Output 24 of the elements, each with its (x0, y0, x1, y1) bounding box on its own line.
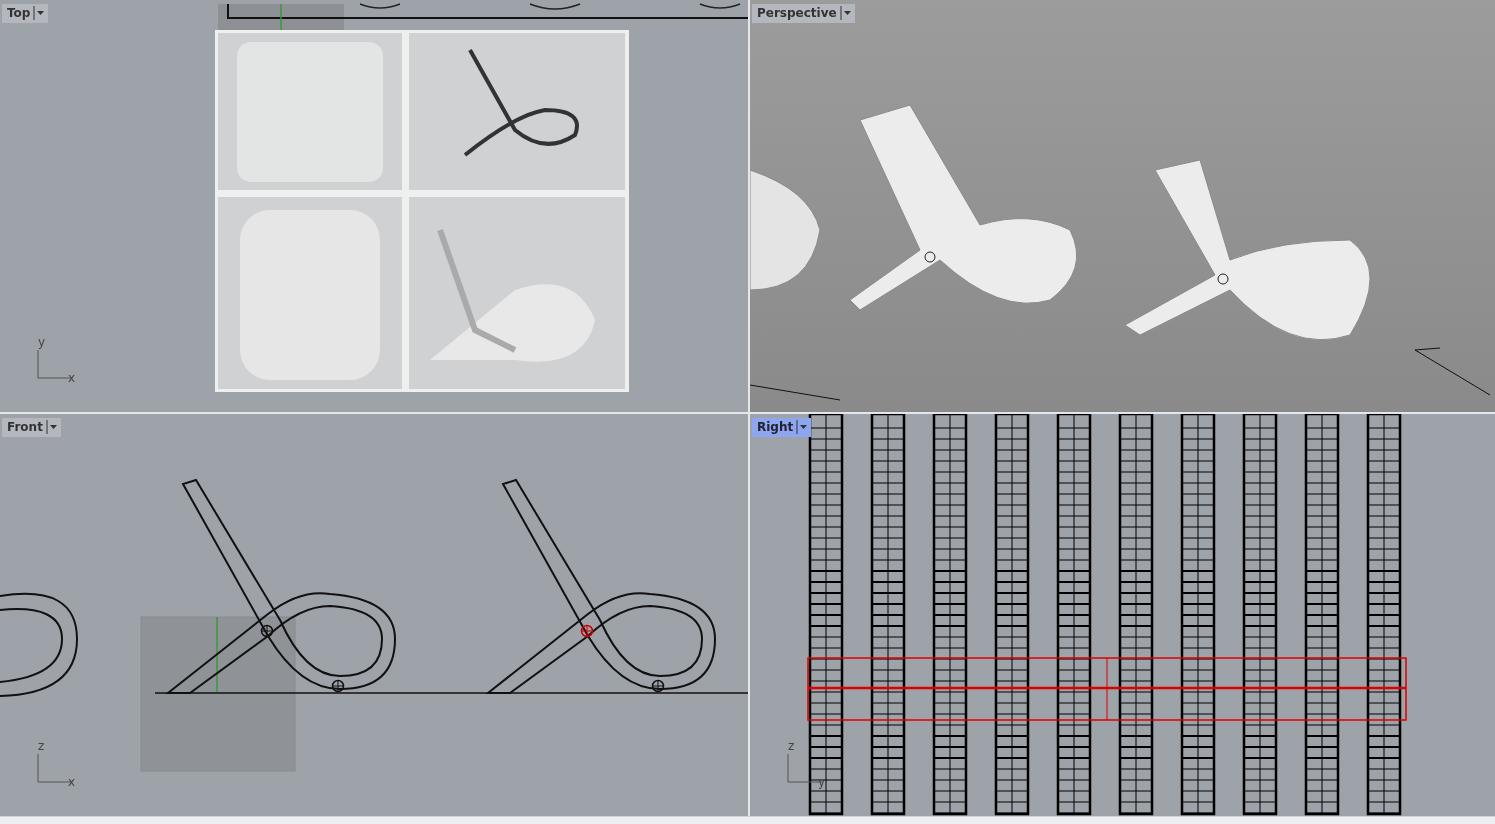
viewport-title: Right (757, 419, 794, 435)
dropdown-arrow-icon[interactable] (33, 6, 46, 20)
point-marker-icon (260, 624, 274, 638)
axis-label: y (38, 336, 46, 348)
point-marker-icon (580, 624, 594, 638)
axis-label: z (788, 740, 795, 752)
dropdown-arrow-icon[interactable] (45, 420, 58, 434)
point-marker-icon (331, 679, 345, 693)
axis-line (280, 3, 282, 31)
viewport-tab[interactable]: Perspective (752, 4, 855, 23)
axis-label: x (68, 776, 76, 788)
viewport-title: Front (7, 419, 43, 435)
viewport-title: Top (7, 5, 31, 21)
viewport[interactable]: Top y x (0, 0, 748, 412)
viewport-tab[interactable]: Right (752, 418, 812, 437)
dropdown-arrow-icon[interactable] (796, 420, 809, 434)
viewport-tab[interactable]: Top (2, 4, 49, 23)
dropdown-arrow-icon[interactable] (839, 6, 852, 20)
point-marker-icon (651, 679, 665, 693)
axis-label: z (38, 740, 45, 752)
viewport-title: Perspective (757, 5, 837, 21)
axis-label: x (68, 372, 76, 384)
viewport-tab[interactable]: Front (2, 418, 61, 437)
viewport[interactable]: Front z x (0, 414, 748, 816)
